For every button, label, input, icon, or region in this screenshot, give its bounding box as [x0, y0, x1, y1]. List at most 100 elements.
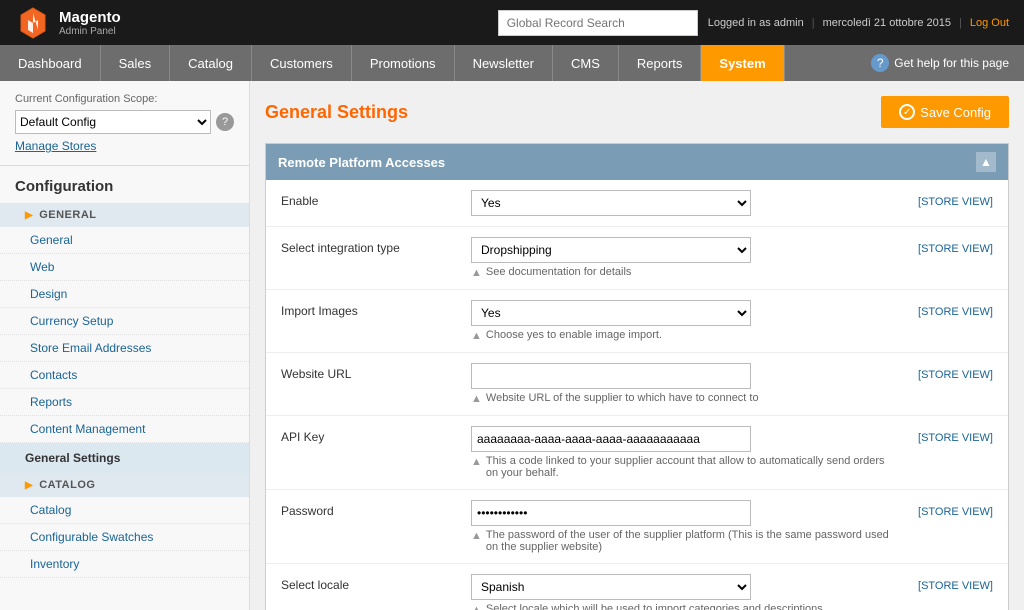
- scope-help-icon[interactable]: ?: [216, 113, 234, 131]
- field-select-locale: Select locale Spanish English Italian Fr…: [266, 564, 1008, 610]
- page-title: General Settings: [265, 102, 408, 123]
- date-text: mercoledì 21 ottobre 2015: [823, 17, 951, 29]
- enable-content: Yes No: [471, 190, 893, 216]
- import-images-note-icon: ▲: [471, 330, 482, 342]
- sidebar-item-web[interactable]: Web: [0, 254, 249, 281]
- import-images-content: Yes No ▲ Choose yes to enable image impo…: [471, 300, 893, 342]
- sidebar-items-general: General Web Design Currency Setup Store …: [0, 227, 249, 443]
- content-area: General Settings ✓ Save Config Remote Pl…: [250, 81, 1024, 610]
- password-note-text: The password of the user of the supplier…: [486, 529, 893, 553]
- password-content: ▲ The password of the user of the suppli…: [471, 500, 893, 553]
- main-layout: Current Configuration Scope: Default Con…: [0, 81, 1024, 610]
- api-key-input[interactable]: [471, 426, 751, 452]
- save-label: Save Config: [920, 105, 991, 120]
- api-key-label: API Key: [281, 426, 471, 444]
- password-store-view-label: [STORE VIEW]: [918, 506, 993, 518]
- sidebar-item-inventory[interactable]: Inventory: [0, 551, 249, 578]
- nav-item-dashboard[interactable]: Dashboard: [0, 45, 101, 81]
- sidebar-item-reports[interactable]: Reports: [0, 389, 249, 416]
- magento-logo-icon: [15, 5, 51, 41]
- api-key-store-view[interactable]: [STORE VIEW]: [893, 426, 993, 444]
- select-locale-store-view[interactable]: [STORE VIEW]: [893, 574, 993, 592]
- sidebar-section-general[interactable]: ▶ GENERAL: [0, 203, 249, 227]
- help-circle-icon: ?: [871, 54, 889, 72]
- sidebar-item-configurable-swatches[interactable]: Configurable Swatches: [0, 524, 249, 551]
- integration-type-store-view[interactable]: [STORE VIEW]: [893, 237, 993, 255]
- separator2: |: [959, 17, 962, 29]
- select-locale-note-text: Select locale which will be used to impo…: [486, 603, 823, 610]
- sidebar-item-general[interactable]: General: [0, 227, 249, 254]
- website-url-input[interactable]: [471, 363, 751, 389]
- sidebar-item-design[interactable]: Design: [0, 281, 249, 308]
- nav-item-sales[interactable]: Sales: [101, 45, 171, 81]
- select-locale-note-icon: ▲: [471, 604, 482, 610]
- sidebar-item-content-mgmt[interactable]: Content Management: [0, 416, 249, 443]
- search-bar: [498, 10, 698, 36]
- sidebar-subsection-general-settings: General Settings: [0, 443, 249, 473]
- note-triangle-icon: ▲: [471, 267, 482, 279]
- scope-section: Current Configuration Scope: Default Con…: [0, 81, 249, 166]
- nav-item-promotions[interactable]: Promotions: [352, 45, 455, 81]
- header-right: Logged in as admin | mercoledì 21 ottobr…: [708, 17, 1009, 29]
- nav-item-system[interactable]: System: [701, 45, 784, 81]
- enable-store-view-label: [STORE VIEW]: [918, 196, 993, 208]
- integration-type-note: ▲ See documentation for details: [471, 266, 893, 279]
- sidebar-item-catalog[interactable]: Catalog: [0, 497, 249, 524]
- sidebar-section-catalog[interactable]: ▶ CATALOG: [0, 473, 249, 497]
- logout-link[interactable]: Log Out: [970, 17, 1009, 29]
- sidebar-items-catalog: Catalog Configurable Swatches Inventory: [0, 497, 249, 578]
- logo-text: Magento: [59, 9, 121, 26]
- separator: |: [812, 17, 815, 29]
- help-label: Get help for this page: [894, 56, 1009, 70]
- field-import-images: Import Images Yes No ▲ Choose yes to ena…: [266, 290, 1008, 353]
- website-url-store-view[interactable]: [STORE VIEW]: [893, 363, 993, 381]
- logo-subtext: Admin Panel: [59, 26, 121, 37]
- main-nav: Dashboard Sales Catalog Customers Promot…: [0, 45, 1024, 81]
- catalog-arrow-icon: ▶: [25, 480, 33, 491]
- select-locale-select[interactable]: Spanish English Italian French: [471, 574, 751, 600]
- enable-label: Enable: [281, 190, 471, 208]
- password-label: Password: [281, 500, 471, 518]
- field-website-url: Website URL ▲ Website URL of the supplie…: [266, 353, 1008, 416]
- sidebar: Current Configuration Scope: Default Con…: [0, 81, 250, 610]
- nav-item-reports[interactable]: Reports: [619, 45, 702, 81]
- nav-item-customers[interactable]: Customers: [252, 45, 352, 81]
- enable-select[interactable]: Yes No: [471, 190, 751, 216]
- scope-select[interactable]: Default Config: [15, 110, 211, 134]
- enable-store-view[interactable]: [STORE VIEW]: [893, 190, 993, 208]
- website-url-store-view-label: [STORE VIEW]: [918, 369, 993, 381]
- password-store-view[interactable]: [STORE VIEW]: [893, 500, 993, 518]
- scope-label: Current Configuration Scope:: [15, 93, 234, 105]
- password-input[interactable]: [471, 500, 751, 526]
- field-enable: Enable Yes No [STORE VIEW]: [266, 180, 1008, 227]
- section-toggle-button[interactable]: ▲: [976, 152, 996, 172]
- save-config-button[interactable]: ✓ Save Config: [881, 96, 1009, 128]
- select-locale-note: ▲ Select locale which will be used to im…: [471, 603, 893, 610]
- api-key-note-icon: ▲: [471, 456, 482, 468]
- manage-stores-link[interactable]: Manage Stores: [15, 139, 234, 153]
- sidebar-item-contacts[interactable]: Contacts: [0, 362, 249, 389]
- nav-item-cms[interactable]: CMS: [553, 45, 619, 81]
- integration-type-select[interactable]: Dropshipping Other: [471, 237, 751, 263]
- sidebar-item-store-email[interactable]: Store Email Addresses: [0, 335, 249, 362]
- field-api-key: API Key ▲ This a code linked to your sup…: [266, 416, 1008, 490]
- integration-type-store-view-label: [STORE VIEW]: [918, 243, 993, 255]
- sidebar-item-currency-setup[interactable]: Currency Setup: [0, 308, 249, 335]
- catalog-section-label: CATALOG: [39, 479, 95, 491]
- import-images-select[interactable]: Yes No: [471, 300, 751, 326]
- search-input[interactable]: [498, 10, 698, 36]
- header: Magento Admin Panel Logged in as admin |…: [0, 0, 1024, 45]
- import-images-store-view-label: [STORE VIEW]: [918, 306, 993, 318]
- nav-item-newsletter[interactable]: Newsletter: [455, 45, 553, 81]
- remote-platform-section: Remote Platform Accesses ▲ Enable Yes No…: [265, 143, 1009, 610]
- website-url-note-text: Website URL of the supplier to which hav…: [486, 392, 759, 404]
- section-header: Remote Platform Accesses ▲: [266, 144, 1008, 180]
- api-key-content: ▲ This a code linked to your supplier ac…: [471, 426, 893, 479]
- nav-item-catalog[interactable]: Catalog: [170, 45, 252, 81]
- api-key-note: ▲ This a code linked to your supplier ac…: [471, 455, 893, 479]
- select-locale-store-view-label: [STORE VIEW]: [918, 580, 993, 592]
- import-images-store-view[interactable]: [STORE VIEW]: [893, 300, 993, 318]
- help-button[interactable]: ? Get help for this page: [856, 45, 1024, 81]
- website-url-label: Website URL: [281, 363, 471, 381]
- section-arrow-icon: ▶: [25, 210, 33, 221]
